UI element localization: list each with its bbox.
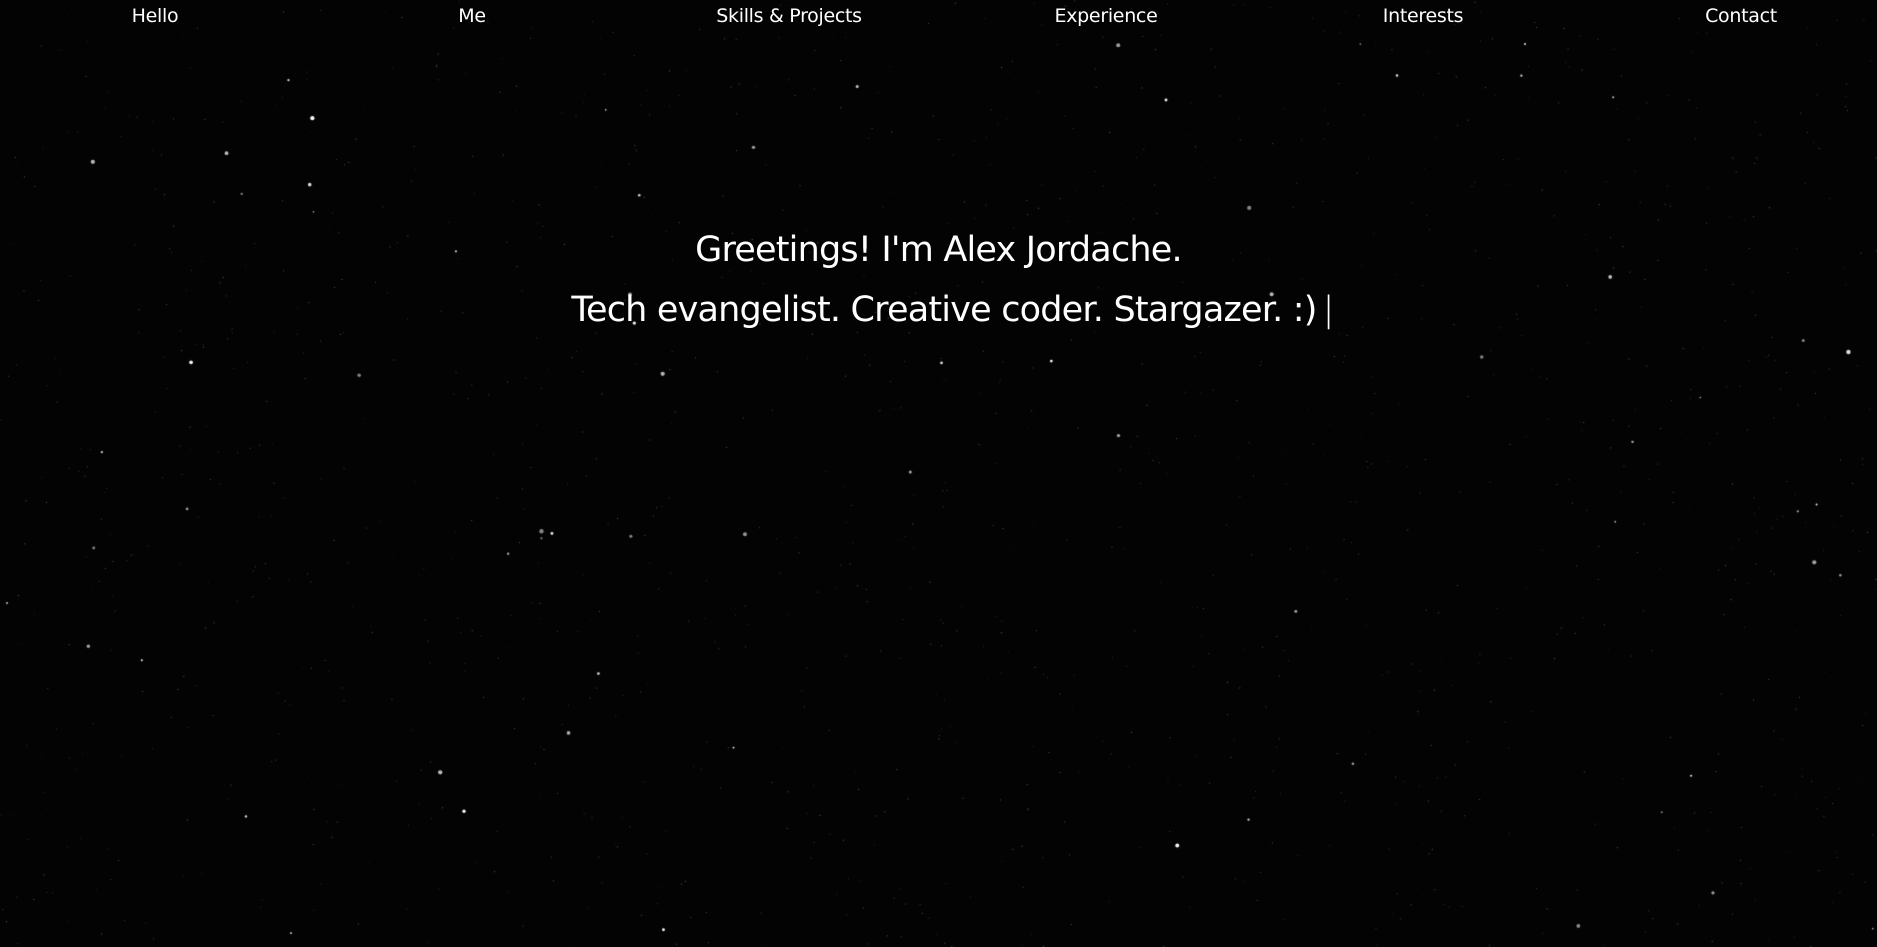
hero-section: Greetings! I'm Alex Jordache. Tech evang… (0, 220, 1877, 340)
nav-link-contact[interactable]: Contact (1705, 4, 1777, 28)
typing-cursor: | (1322, 290, 1335, 330)
nav-link-experience[interactable]: Experience (1055, 4, 1158, 28)
starfield-background (0, 0, 1877, 947)
nav-link-interests[interactable]: Interests (1383, 4, 1464, 28)
hero-greeting: Greetings! I'm Alex Jordache. (695, 230, 1183, 270)
top-navigation: Hello Me Skills & Projects Experience In… (0, 0, 1877, 34)
hero-tagline: Tech evangelist. Creative coder. Stargaz… (571, 290, 1317, 330)
nav-link-hello[interactable]: Hello (132, 4, 179, 28)
hero-tagline-line: Tech evangelist. Creative coder. Stargaz… (28, 280, 1877, 340)
nav-link-me[interactable]: Me (458, 4, 486, 28)
nav-link-skills-projects[interactable]: Skills & Projects (716, 4, 862, 28)
